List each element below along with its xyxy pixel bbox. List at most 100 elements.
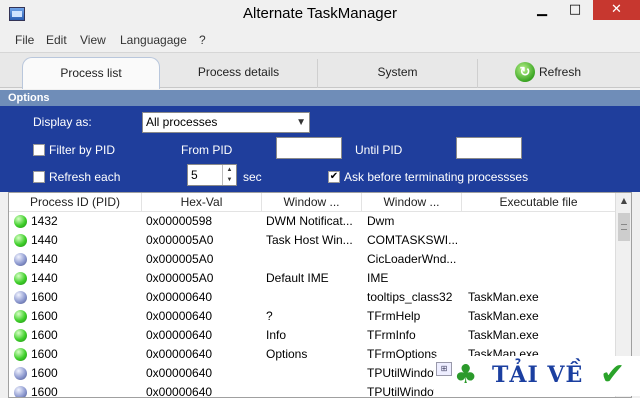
cell-exe: TaskMan.exe	[468, 290, 539, 304]
maximize-button[interactable]: □	[561, 0, 589, 20]
cell-hex: 0x00000640	[146, 328, 213, 342]
cell-pid: 1600	[31, 290, 58, 304]
table-row[interactable]: 1600 0x00000640? TFrmHelp TaskMan.exe	[9, 307, 615, 326]
cell-pid: 1600	[31, 366, 58, 380]
column-header-exe[interactable]: Executable file	[462, 193, 615, 212]
refresh-each-label: Refresh each	[49, 170, 121, 184]
cell-win1	[266, 364, 360, 383]
check-icon: ✔	[600, 357, 626, 392]
sec-label: sec	[243, 170, 262, 184]
options-header: Options	[0, 90, 640, 106]
menu-help[interactable]: ?	[199, 33, 206, 47]
column-header-pid[interactable]: Process ID (PID)	[9, 193, 142, 212]
checkmark-icon: ✔	[329, 171, 339, 182]
ask-terminate-label: Ask before terminating processses	[344, 170, 529, 184]
cell-pid: 1432	[31, 214, 58, 228]
cell-hex: 0x000005A0	[146, 271, 214, 285]
status-icon	[14, 348, 27, 361]
filter-by-pid-label: Filter by PID	[49, 143, 116, 157]
filter-by-pid-checkbox[interactable]	[33, 144, 45, 156]
cell-win2: COMTASKSWI...	[367, 233, 459, 247]
from-pid-input[interactable]	[276, 137, 342, 159]
cell-exe	[468, 212, 613, 231]
cell-hex: 0x000005A0	[146, 233, 214, 247]
watermark-text: TẢI VỀ	[492, 362, 584, 388]
table-row[interactable]: 1432 0x00000598 DWM Notificat... Dwm	[9, 212, 615, 231]
tab-process-details[interactable]: Process details	[160, 59, 318, 88]
cell-win2: TFrmInfo	[367, 328, 416, 342]
cell-win1: Default IME	[266, 271, 329, 285]
cell-win1: Task Host Win...	[266, 233, 353, 247]
menu-edit[interactable]: Edit	[46, 33, 67, 47]
minimize-button[interactable]: ▁	[528, 0, 556, 20]
cell-pid: 1440	[31, 271, 58, 285]
status-icon	[14, 310, 27, 323]
table-row[interactable]: 1440 0x000005A0 Task Host Win... COMTASKSWI…	[9, 231, 615, 250]
status-icon	[14, 234, 27, 247]
cell-pid: 1600	[31, 328, 58, 342]
column-header-window-1[interactable]: Window ...	[262, 193, 362, 212]
table-header: Process ID (PID) Hex-Val Window ... Wind…	[9, 193, 615, 212]
tab-process-list[interactable]: Process list	[22, 57, 160, 89]
close-button[interactable]: ✕	[593, 0, 640, 20]
cell-pid: 1600	[31, 309, 58, 323]
chevron-down-icon: ▼	[296, 117, 306, 128]
status-icon	[14, 272, 27, 285]
status-icon	[14, 386, 27, 397]
cell-pid: 1440	[31, 252, 58, 266]
table-row[interactable]: 1440 0x000005A0 CicLoaderWnd...	[9, 250, 615, 269]
cell-hex: 0x00000640	[146, 347, 213, 361]
ask-terminate-checkbox[interactable]: ✔	[328, 171, 340, 183]
status-icon	[14, 253, 27, 266]
status-icon	[14, 215, 27, 228]
cell-exe	[468, 269, 613, 288]
cell-win1: Info	[266, 328, 287, 342]
app-window: Alternate TaskManager ▁ □ ✕ File Edit Vi…	[0, 0, 640, 398]
options-panel: Display as: All processes ▼ Filter by PI…	[0, 106, 640, 192]
tab-bar: Process list Process details System ↻ Ref…	[0, 52, 640, 89]
display-as-select[interactable]: All processes ▼	[142, 112, 310, 133]
cell-exe	[468, 250, 613, 269]
from-pid-label: From PID	[181, 143, 233, 157]
scroll-up-icon[interactable]: ▲	[616, 193, 631, 209]
table-row[interactable]: 1440 0x000005A0 Default IME IME	[9, 269, 615, 288]
cell-hex: 0x00000640	[146, 309, 213, 323]
refresh-interval-stepper[interactable]: 5 ▲ ▼	[187, 164, 237, 186]
cell-hex: 0x00000598	[146, 214, 213, 228]
until-pid-label: Until PID	[355, 143, 403, 157]
menu-bar: File Edit View Languagage ?	[0, 30, 640, 50]
cell-win2: Dwm	[367, 214, 395, 228]
cell-win1: Options	[266, 347, 308, 361]
cell-exe	[468, 231, 613, 250]
column-header-window-2[interactable]: Window ...	[362, 193, 462, 212]
cell-win1	[266, 383, 360, 397]
cell-pid: 1600	[31, 385, 58, 398]
table-row[interactable]: 1600 0x00000640 tooltips_class32 TaskMan.ex…	[9, 288, 615, 307]
cell-hex: 0x00000640	[146, 290, 213, 304]
cell-hex: 0x00000640	[146, 385, 213, 398]
cell-exe: TaskMan.exe	[468, 309, 539, 323]
refresh-button[interactable]: ↻ Refresh	[478, 59, 618, 88]
table-row[interactable]: 1600 0x00000640 Info TFrmInfo TaskMan.exe	[9, 326, 615, 345]
cell-win2: IME	[367, 271, 389, 285]
menu-language[interactable]: Languagage	[120, 33, 187, 47]
stepper-arrows-icon[interactable]: ▲ ▼	[222, 165, 236, 185]
refresh-each-checkbox[interactable]	[33, 171, 45, 183]
column-header-hex[interactable]: Hex-Val	[142, 193, 262, 212]
cell-pid: 1440	[31, 233, 58, 247]
menu-file[interactable]: File	[15, 33, 34, 47]
cell-pid: 1600	[31, 347, 58, 361]
cell-win2: CicLoaderWnd...	[367, 252, 457, 266]
display-as-label: Display as:	[33, 115, 92, 129]
cell-win2: tooltips_class32	[367, 290, 453, 304]
cell-exe: TaskMan.exe	[468, 328, 539, 342]
display-as-value: All processes	[146, 115, 218, 129]
menu-view[interactable]: View	[80, 33, 106, 47]
until-pid-input[interactable]	[456, 137, 522, 159]
refresh-interval-value: 5	[191, 168, 198, 182]
tab-system[interactable]: System	[318, 59, 478, 88]
cell-hex: 0x00000640	[146, 366, 213, 380]
status-icon	[14, 291, 27, 304]
refresh-icon: ↻	[514, 61, 535, 82]
watermark-logo: ⊞ ♣ TẢI VỀ ✔	[434, 356, 640, 396]
